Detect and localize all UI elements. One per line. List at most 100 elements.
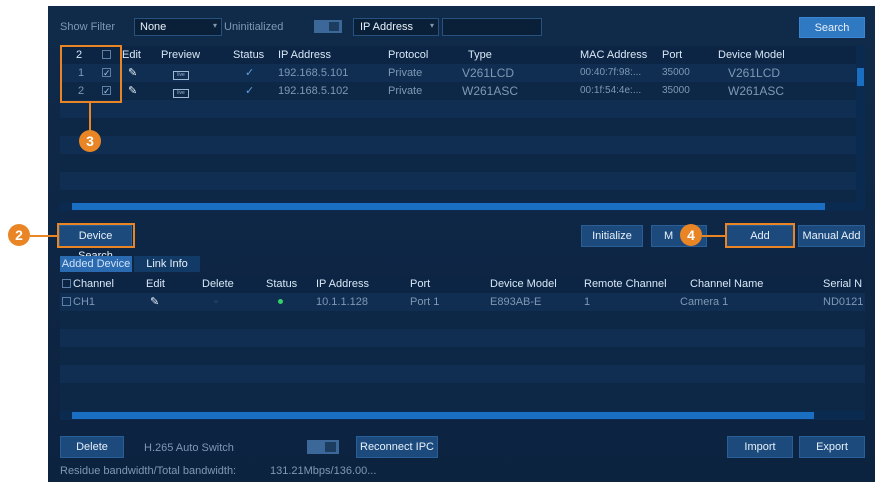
reconnect-ipc-button[interactable]: Reconnect IPC [356, 436, 438, 458]
cell-mac: 00:1f:54:4e:... [580, 85, 642, 96]
pencil-icon[interactable]: ✎ [128, 64, 137, 82]
uninitialized-toggle[interactable] [314, 20, 342, 33]
empty-row [60, 100, 865, 118]
col-serial: Serial N [823, 278, 863, 290]
col-type: Type [468, 49, 492, 61]
col-delete: Delete [202, 278, 234, 290]
vertical-scrollbar[interactable] [856, 46, 865, 208]
manual-add-button[interactable]: Manual Add [798, 225, 865, 247]
cell-model: W261ASC [728, 84, 785, 98]
h265-label: H.265 Auto Switch [144, 442, 234, 454]
delete-button[interactable]: Delete [60, 436, 124, 458]
cell-serial: ND0121 [823, 296, 864, 308]
col-ip: IP Address [316, 278, 369, 290]
chevron-down-icon: ▾ [429, 21, 434, 30]
ip-address-input[interactable] [442, 18, 542, 36]
tab-link-info[interactable]: Link Info [134, 256, 200, 272]
h265-toggle[interactable] [307, 440, 339, 454]
callout-line [30, 235, 58, 237]
col-remote-channel: Remote Channel [584, 278, 667, 290]
live-preview-icon[interactable]: live [173, 64, 189, 82]
callout-line [89, 103, 91, 131]
empty-row [60, 329, 865, 347]
bandwidth-value: 131.21Mbps/136.00... [270, 465, 377, 477]
cell-ip: 192.168.5.101 [278, 67, 349, 79]
col-channel: Channel [73, 278, 114, 290]
col-port: Port [410, 278, 431, 290]
scroll-thumb[interactable] [857, 68, 864, 86]
col-preview: Preview [161, 49, 201, 61]
chevron-down-icon: ▾ [212, 21, 217, 30]
callout-2: 2 [8, 224, 30, 246]
cell-type: W261ASC [462, 84, 519, 98]
callout-4: 4 [680, 224, 702, 246]
callout-box-add [725, 223, 795, 248]
col-protocol: Protocol [388, 49, 429, 61]
cell-ip: 10.1.1.128 [316, 296, 368, 308]
modify-ip-label: M [664, 230, 674, 242]
import-button[interactable]: Import [727, 436, 793, 458]
uninitialized-label: Uninitialized [224, 21, 284, 33]
check-icon: ✓ [245, 67, 255, 79]
callout-3: 3 [79, 130, 101, 152]
col-mac: MAC Address [580, 49, 648, 61]
live-preview-icon[interactable]: live [173, 82, 189, 100]
cell-ip: 192.168.5.102 [278, 85, 349, 97]
col-ip: IP Address [278, 49, 331, 61]
horizontal-scrollbar[interactable] [60, 411, 865, 420]
search-button[interactable]: Search [799, 17, 865, 38]
cell-model: E893AB-E [490, 296, 542, 308]
empty-row [60, 172, 865, 190]
search-results-table: 2 Edit Preview Status IP Address Protoco… [60, 46, 865, 208]
scroll-thumb[interactable] [72, 412, 814, 419]
cell-channel-name: Camera 1 [680, 296, 729, 308]
table-row[interactable]: CH1 ✎ ▫ 10.1.1.128 Port 1 E893AB-E 1 Cam… [60, 293, 865, 311]
cell-channel: CH1 [73, 296, 96, 308]
empty-row [60, 347, 865, 365]
horizontal-scrollbar[interactable] [60, 202, 865, 211]
table-header: Channel Edit Delete Status IP Address Po… [60, 275, 865, 293]
empty-row [60, 311, 865, 329]
col-status: Status [233, 49, 265, 61]
cell-port: Port 1 [410, 296, 440, 308]
select-all-checkbox[interactable] [62, 279, 71, 288]
show-filter-select[interactable]: None ▾ [134, 18, 222, 36]
trash-icon[interactable]: ▫ [214, 293, 218, 311]
pencil-icon[interactable]: ✎ [128, 82, 137, 100]
col-edit: Edit [146, 278, 165, 290]
col-edit: Edit [122, 49, 141, 61]
empty-row [60, 383, 865, 401]
col-port: Port [662, 49, 683, 61]
scroll-thumb[interactable] [72, 203, 825, 210]
callout-box-device-search [57, 223, 135, 248]
table-row[interactable]: 2 ✎ live ✓ 192.168.5.102 Private W261ASC… [60, 82, 865, 100]
row-checkbox[interactable] [62, 297, 71, 306]
export-button[interactable]: Export [799, 436, 865, 458]
ip-address-select[interactable]: IP Address ▾ [353, 18, 439, 36]
toggle-knob [329, 22, 339, 31]
col-model: Device Model [490, 278, 557, 290]
cell-type: V261LCD [462, 66, 515, 80]
col-status: Status [266, 278, 298, 290]
tab-added-device[interactable]: Added Device [60, 256, 132, 272]
cell-port: 35000 [662, 67, 690, 78]
empty-row [60, 154, 865, 172]
cell-protocol: Private [388, 85, 423, 97]
cell-model: V261LCD [728, 66, 781, 80]
bandwidth-label: Residue bandwidth/Total bandwidth: [60, 465, 237, 477]
initialize-button[interactable]: Initialize [581, 225, 643, 247]
pencil-icon[interactable]: ✎ [150, 293, 159, 311]
table-header: 2 Edit Preview Status IP Address Protoco… [60, 46, 865, 64]
online-status-icon [278, 299, 283, 304]
table-row[interactable]: 1 ✎ live ✓ 192.168.5.101 Private V261LCD… [60, 64, 865, 82]
show-filter-label: Show Filter [60, 21, 116, 33]
cell-port: 35000 [662, 85, 690, 96]
empty-row [60, 118, 865, 136]
empty-row [60, 365, 865, 383]
callout-box-rows [60, 45, 122, 103]
callout-line [702, 235, 726, 237]
toggle-knob [325, 442, 336, 452]
col-model: Device Model [718, 49, 785, 61]
col-channel-name: Channel Name [690, 278, 764, 290]
show-filter-value: None [140, 21, 167, 33]
